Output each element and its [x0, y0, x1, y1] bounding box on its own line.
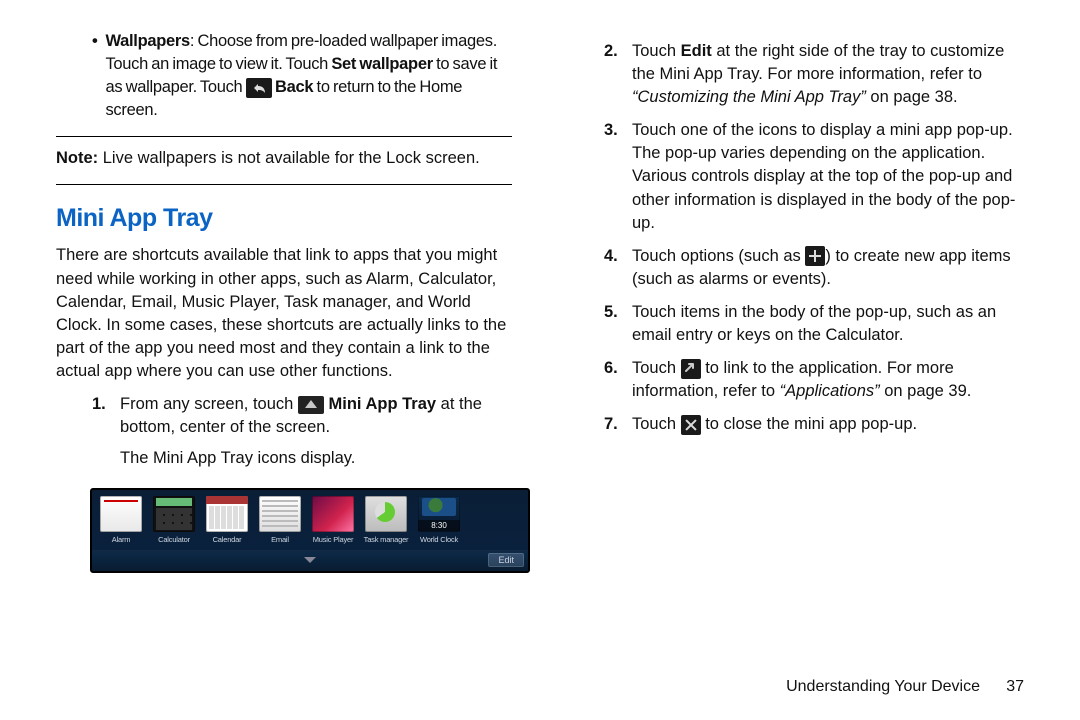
set-wallpaper-label: Set wallpaper	[331, 55, 432, 73]
edit-label: Edit	[681, 42, 712, 60]
plus-icon	[805, 246, 825, 266]
step-7: 7. Touch to close the mini app pop-up.	[568, 413, 1024, 436]
chevron-down-icon	[304, 557, 316, 563]
wallpapers-bullet: • Wallpapers: Choose from pre-loaded wal…	[56, 30, 512, 122]
link-icon	[681, 359, 701, 379]
step-5: 5. Touch items in the body of the pop-up…	[568, 301, 1024, 347]
back-icon	[246, 78, 272, 98]
tray-item-email: Email	[259, 496, 301, 546]
step-6: 6. Touch to link to the application. For…	[568, 357, 1024, 403]
task-manager-icon	[365, 496, 407, 532]
tray-item-calendar: Calendar	[206, 496, 248, 546]
tray-edit-button[interactable]: Edit	[488, 553, 524, 567]
email-icon	[259, 496, 301, 532]
back-label: Back	[275, 78, 313, 96]
world-clock-icon	[418, 496, 460, 532]
calendar-icon	[206, 496, 248, 532]
step-1-sub: The Mini App Tray icons display.	[56, 447, 512, 470]
music-player-icon	[312, 496, 354, 532]
alarm-icon	[100, 496, 142, 532]
intro-text: There are shortcuts available that link …	[56, 244, 512, 383]
mini-app-tray-icon	[298, 396, 324, 414]
note-line: Note: Live wallpapers is not available f…	[56, 147, 512, 170]
tray-item-clock: World Clock	[418, 496, 460, 546]
close-icon	[681, 415, 701, 435]
tray-item-alarm: Alarm	[100, 496, 142, 546]
section-heading: Mini App Tray	[56, 201, 512, 236]
tray-item-task: Task manager	[365, 496, 407, 546]
footer-section: Understanding Your Device	[786, 678, 980, 695]
page-number: 37	[980, 678, 1024, 696]
step-1: 1. From any screen, touch Mini App Tray …	[56, 393, 512, 439]
step-3: 3. Touch one of the icons to display a m…	[568, 119, 1024, 234]
tray-item-music: Music Player	[312, 496, 354, 546]
separator	[56, 136, 512, 137]
ref-applications: “Applications”	[780, 382, 880, 400]
ref-customizing: “Customizing the Mini App Tray”	[632, 88, 866, 106]
separator	[56, 184, 512, 185]
page-footer: Understanding Your Device37	[786, 678, 1024, 696]
calculator-icon	[153, 496, 195, 532]
step-2: 2. Touch Edit at the right side of the t…	[568, 40, 1024, 109]
mini-app-tray-label: Mini App Tray	[329, 395, 437, 413]
mini-app-tray-figure: Alarm Calculator Calendar Email Music Pl…	[90, 488, 530, 573]
tray-item-calculator: Calculator	[153, 496, 195, 546]
tray-bottom-bar: Edit	[92, 550, 528, 571]
step-4: 4. Touch options (such as ) to create ne…	[568, 245, 1024, 291]
wallpapers-label: Wallpapers	[105, 32, 189, 50]
